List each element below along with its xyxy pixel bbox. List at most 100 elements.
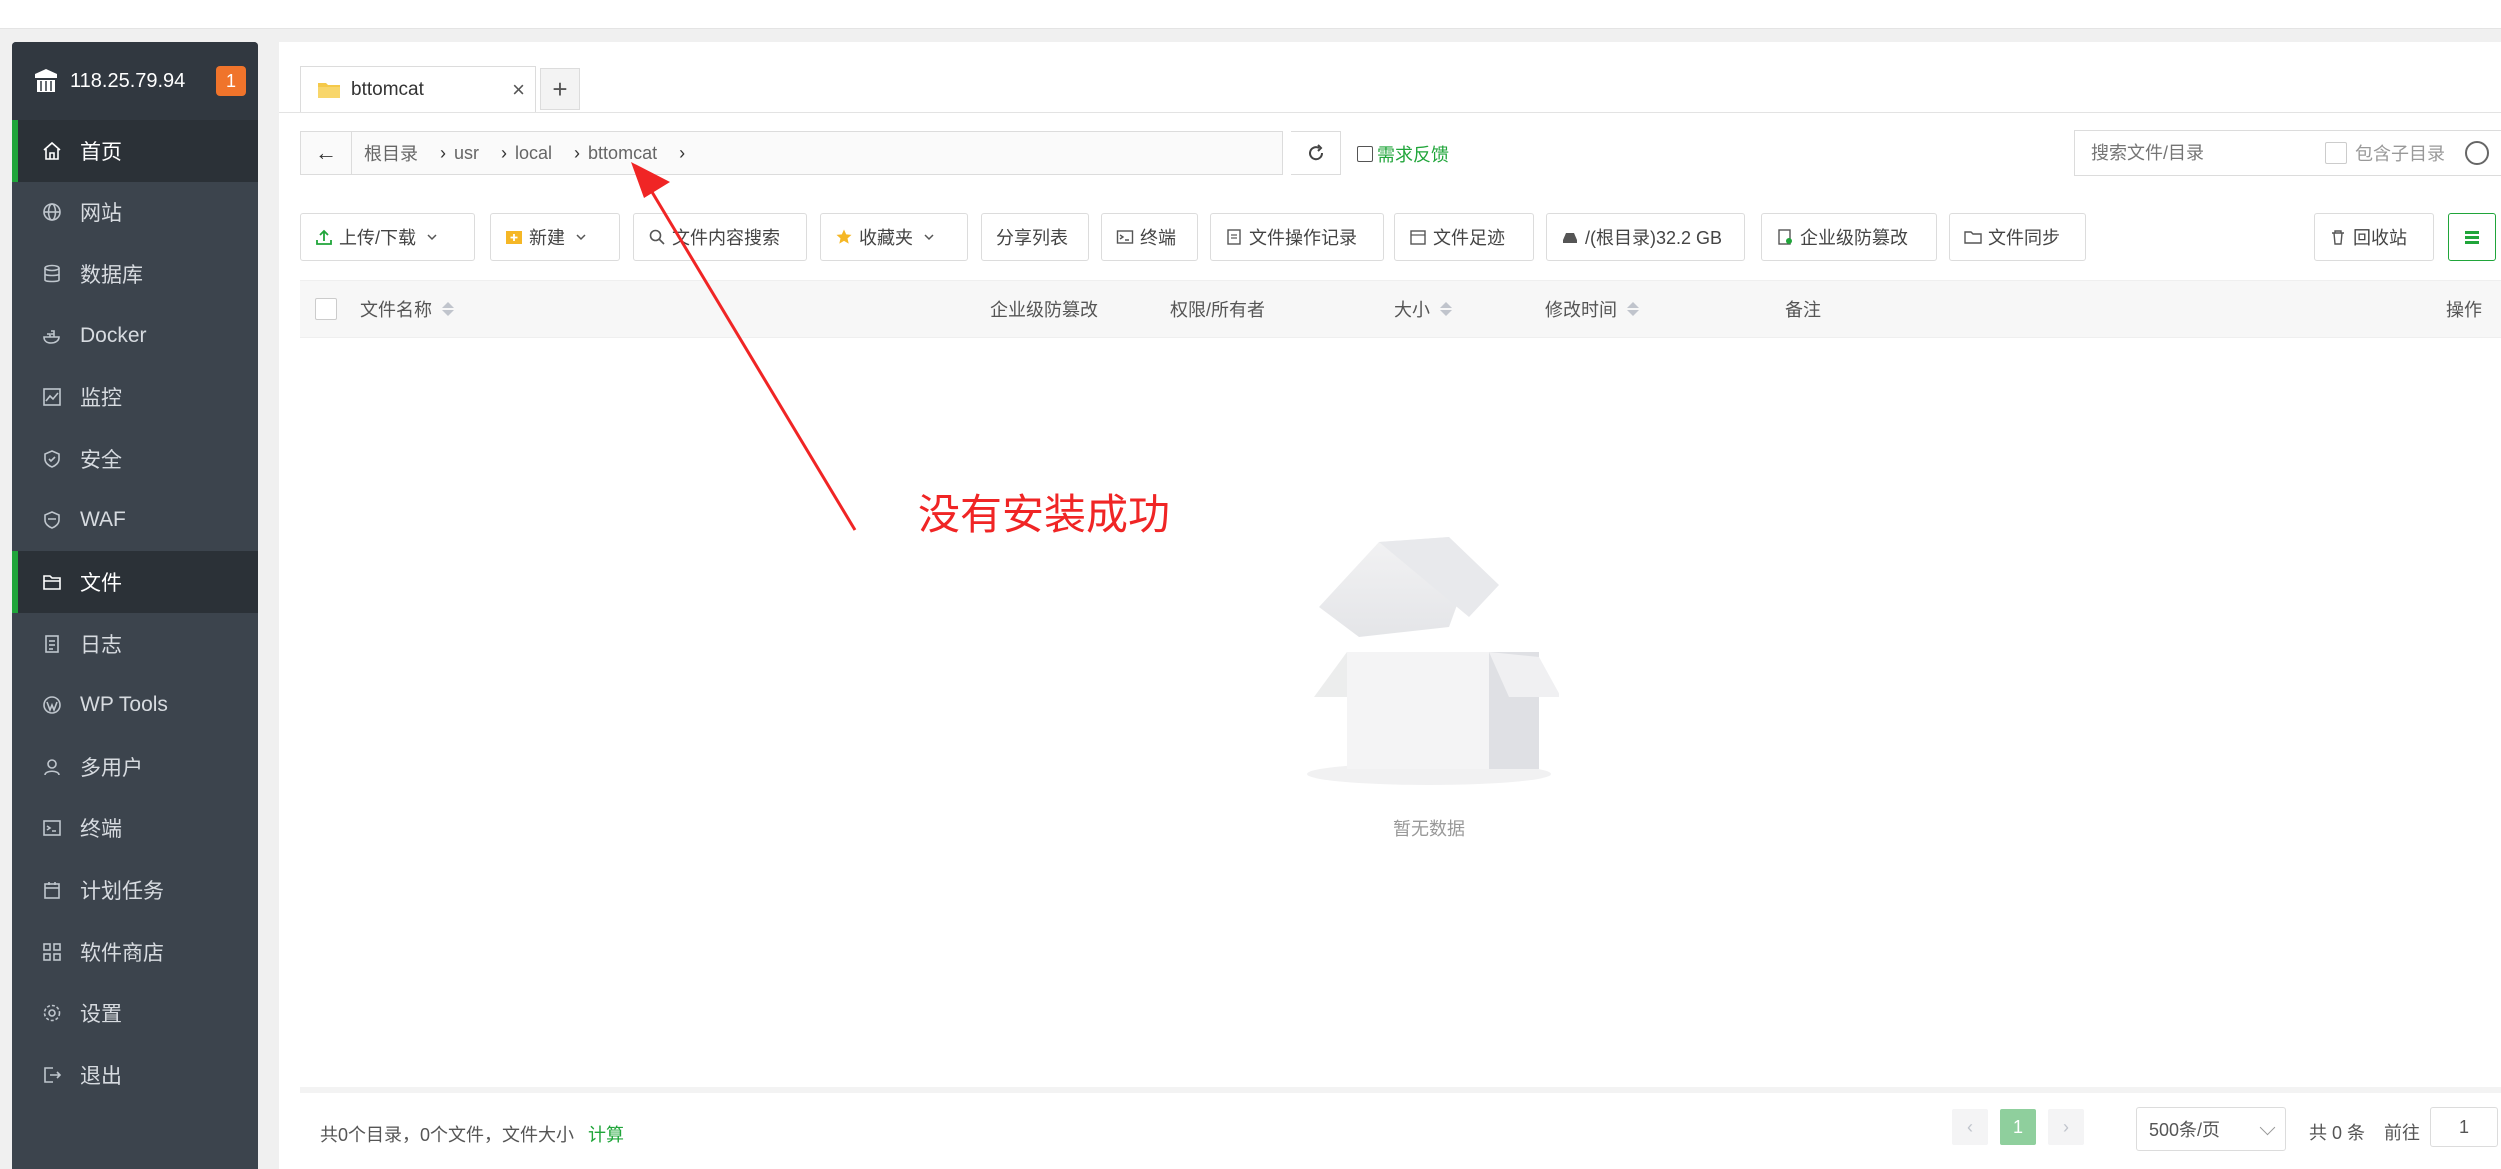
tab-bttomcat[interactable]: bttomcat ×	[300, 66, 536, 112]
recycle-bin-button[interactable]: 回收站	[2314, 213, 2434, 261]
sort-icon	[1440, 302, 1452, 316]
chevron-down-icon	[576, 234, 586, 241]
prev-page-button[interactable]: ‹	[1952, 1109, 1988, 1145]
server-ip: 118.25.79.94	[70, 69, 186, 92]
column-name[interactable]: 文件名称	[360, 281, 454, 337]
terminal-icon	[43, 820, 61, 837]
column-size-label: 大小	[1394, 300, 1430, 320]
next-page-button[interactable]: ›	[2048, 1109, 2084, 1145]
tab-bar: bttomcat × +	[279, 42, 2501, 113]
refresh-button[interactable]	[1291, 131, 1341, 175]
edit-icon	[1357, 146, 1373, 162]
tamper-protection-button[interactable]: 企业级防篡改	[1761, 213, 1937, 261]
wordpress-icon	[43, 696, 61, 714]
users-icon	[44, 758, 60, 775]
column-mtime[interactable]: 修改时间	[1545, 281, 1639, 337]
list-view-button[interactable]	[2448, 213, 2496, 261]
sidebar-item-label: Docker	[80, 323, 147, 347]
terminal-button[interactable]: 终端	[1101, 213, 1198, 261]
search-input[interactable]	[2089, 141, 2313, 165]
upload-download-button[interactable]: 上传/下载	[300, 213, 475, 261]
new-label: 新建	[529, 228, 565, 248]
sidebar-item-logout[interactable]: 退出	[12, 1044, 258, 1106]
column-permission-label: 权限/所有者	[1170, 300, 1266, 320]
file-sync-label: 文件同步	[1988, 228, 2060, 248]
sidebar-item-security[interactable]: 安全	[12, 428, 258, 490]
annotation-arrow	[631, 162, 857, 531]
sidebar-item-files[interactable]: 文件	[12, 551, 258, 613]
breadcrumb-item-local[interactable]: local	[515, 143, 552, 164]
sidebar-item-waf[interactable]: WAF	[12, 490, 258, 552]
sidebar-item-database[interactable]: 数据库	[12, 243, 258, 305]
waf-shield-icon	[44, 511, 60, 530]
sidebar-item-cron[interactable]: 计划任务	[12, 859, 258, 921]
feedback-label: 需求反馈	[1377, 145, 1449, 165]
column-operations: 操作	[2446, 281, 2482, 337]
operation-log-label: 文件操作记录	[1249, 228, 1357, 248]
globe-icon	[43, 203, 61, 222]
sidebar-item-home[interactable]: 首页	[12, 120, 258, 182]
include-subdir-label: 包含子目录	[2355, 144, 2445, 164]
sidebar-item-label: 计划任务	[80, 879, 164, 903]
sidebar-item-app-store[interactable]: 软件商店	[12, 921, 258, 983]
close-icon[interactable]: ×	[512, 77, 525, 103]
sidebar-item-wp-tools[interactable]: WP Tools	[12, 674, 258, 736]
chevron-right-icon: ›	[501, 142, 508, 163]
operation-log-button[interactable]: 文件操作记录	[1210, 213, 1384, 261]
docker-icon	[43, 329, 60, 344]
calculate-size-link[interactable]: 计算	[588, 1125, 624, 1145]
column-name-label: 文件名称	[360, 300, 432, 320]
sidebar-item-multi-user[interactable]: 多用户	[12, 736, 258, 798]
breadcrumb-item-root[interactable]: 根目录	[364, 140, 418, 166]
page-size-value: 500条/页	[2149, 1120, 2221, 1140]
notification-badge[interactable]: 1	[216, 66, 246, 96]
sort-icon	[1627, 302, 1639, 316]
breadcrumb-item-usr[interactable]: usr	[454, 143, 479, 164]
total-count: 共 0 条 前往	[2309, 1119, 2420, 1145]
apps-icon	[43, 942, 61, 961]
column-operations-label: 操作	[2446, 300, 2482, 320]
include-subdir-checkbox[interactable]	[2325, 142, 2347, 164]
sidebar-item-label: 首页	[80, 140, 122, 164]
pagination: ‹ 1 ›	[1952, 1107, 2084, 1147]
select-all-checkbox[interactable]	[315, 281, 337, 337]
sidebar-item-settings[interactable]: 设置	[12, 982, 258, 1044]
column-size[interactable]: 大小	[1394, 281, 1452, 337]
empty-box-illustration	[1307, 537, 1559, 785]
refresh-icon	[1308, 144, 1323, 161]
trash-icon	[2332, 230, 2344, 245]
back-button[interactable]: ←	[301, 132, 352, 174]
sidebar-item-monitor[interactable]: 监控	[12, 366, 258, 428]
file-search: 包含子目录	[2074, 130, 2501, 176]
column-mtime-label: 修改时间	[1545, 300, 1617, 320]
disk-label: /(根目录)32.2 GB	[1585, 228, 1723, 248]
goto-page-input[interactable]: 1	[2430, 1107, 2498, 1147]
database-icon	[44, 264, 60, 283]
sidebar-item-label: WAF	[80, 508, 126, 532]
sidebar-item-website[interactable]: 网站	[12, 182, 258, 244]
add-tab-button[interactable]: +	[540, 68, 580, 110]
upload-download-label: 上传/下载	[339, 228, 417, 248]
sidebar-item-label: 数据库	[80, 263, 143, 287]
sidebar-item-logs[interactable]: 日志	[12, 613, 258, 675]
total-count-text: 共 0 条	[2309, 1123, 2366, 1143]
sidebar: 118.25.79.94 1 首页 网站 数据库 Docker 监控 安全 WA…	[12, 42, 258, 1169]
monitor-icon	[43, 388, 61, 406]
search-icon[interactable]	[2465, 141, 2489, 165]
disk-button[interactable]: /(根目录)32.2 GB	[1546, 213, 1745, 261]
list-view-icon	[2465, 231, 2479, 244]
file-sync-button[interactable]: 文件同步	[1949, 213, 2086, 261]
share-list-button[interactable]: 分享列表	[981, 213, 1089, 261]
page-size-select[interactable]: 500条/页	[2136, 1107, 2286, 1151]
terminal-icon	[1116, 230, 1134, 244]
shield-icon	[44, 449, 60, 468]
page-1-button[interactable]: 1	[2000, 1109, 2036, 1145]
footprint-button[interactable]: 文件足迹	[1394, 213, 1534, 261]
sidebar-item-docker[interactable]: Docker	[12, 305, 258, 367]
document-lock-icon	[1778, 229, 1792, 245]
sidebar-item-terminal[interactable]: 终端	[12, 798, 258, 860]
sidebar-item-label: 设置	[80, 1003, 122, 1027]
feedback-link[interactable]: 需求反馈	[1357, 141, 1449, 167]
sidebar-item-label: 终端	[80, 818, 122, 842]
tab-label: bttomcat	[351, 78, 424, 100]
